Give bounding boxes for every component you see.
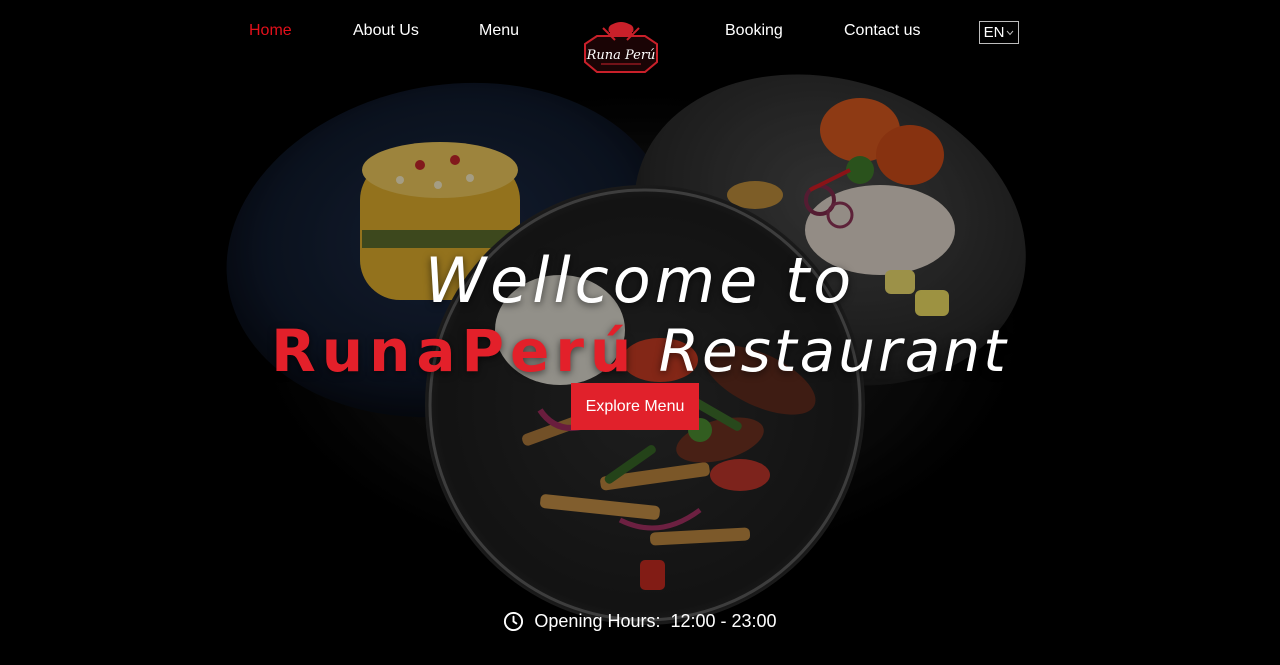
opening-hours: Opening Hours: 12:00 - 23:00 bbox=[0, 611, 1280, 632]
nav-menu-link[interactable]: Menu bbox=[479, 22, 519, 40]
logo[interactable]: Runa Perú bbox=[581, 22, 661, 78]
page: Home About Us Menu Runa Perú Booking Con… bbox=[0, 0, 1280, 665]
nav-about-link[interactable]: About Us bbox=[353, 22, 419, 40]
chevron-down-icon bbox=[1007, 30, 1014, 35]
hero-title-line: RunaPerú Restaurant bbox=[0, 313, 1280, 389]
opening-hours-label: Opening Hours: bbox=[534, 611, 661, 631]
hero-brand-name: RunaPerú bbox=[271, 317, 638, 386]
language-select[interactable]: EN bbox=[979, 21, 1019, 44]
explore-menu-button[interactable]: Explore Menu bbox=[571, 383, 699, 430]
svg-text:Runa Perú: Runa Perú bbox=[586, 48, 656, 63]
nav-booking-link[interactable]: Booking bbox=[725, 22, 783, 40]
hero-headline: Wellcome to RunaPerú Restaurant bbox=[0, 241, 1280, 389]
chef-hat-crossed-knives-logo: Runa Perú bbox=[584, 22, 658, 73]
nav-home-link[interactable]: Home bbox=[249, 22, 292, 40]
hero-welcome-text: Wellcome to bbox=[424, 244, 856, 318]
nav-contact-link[interactable]: Contact us bbox=[844, 22, 920, 40]
opening-hours-value: 12:00 - 23:00 bbox=[670, 611, 777, 631]
language-value: EN bbox=[983, 24, 1005, 41]
clock-icon bbox=[504, 611, 524, 632]
main-nav: Home About Us Menu Runa Perú Booking Con… bbox=[0, 0, 1280, 73]
hero-restaurant-word: Restaurant bbox=[658, 317, 1009, 386]
